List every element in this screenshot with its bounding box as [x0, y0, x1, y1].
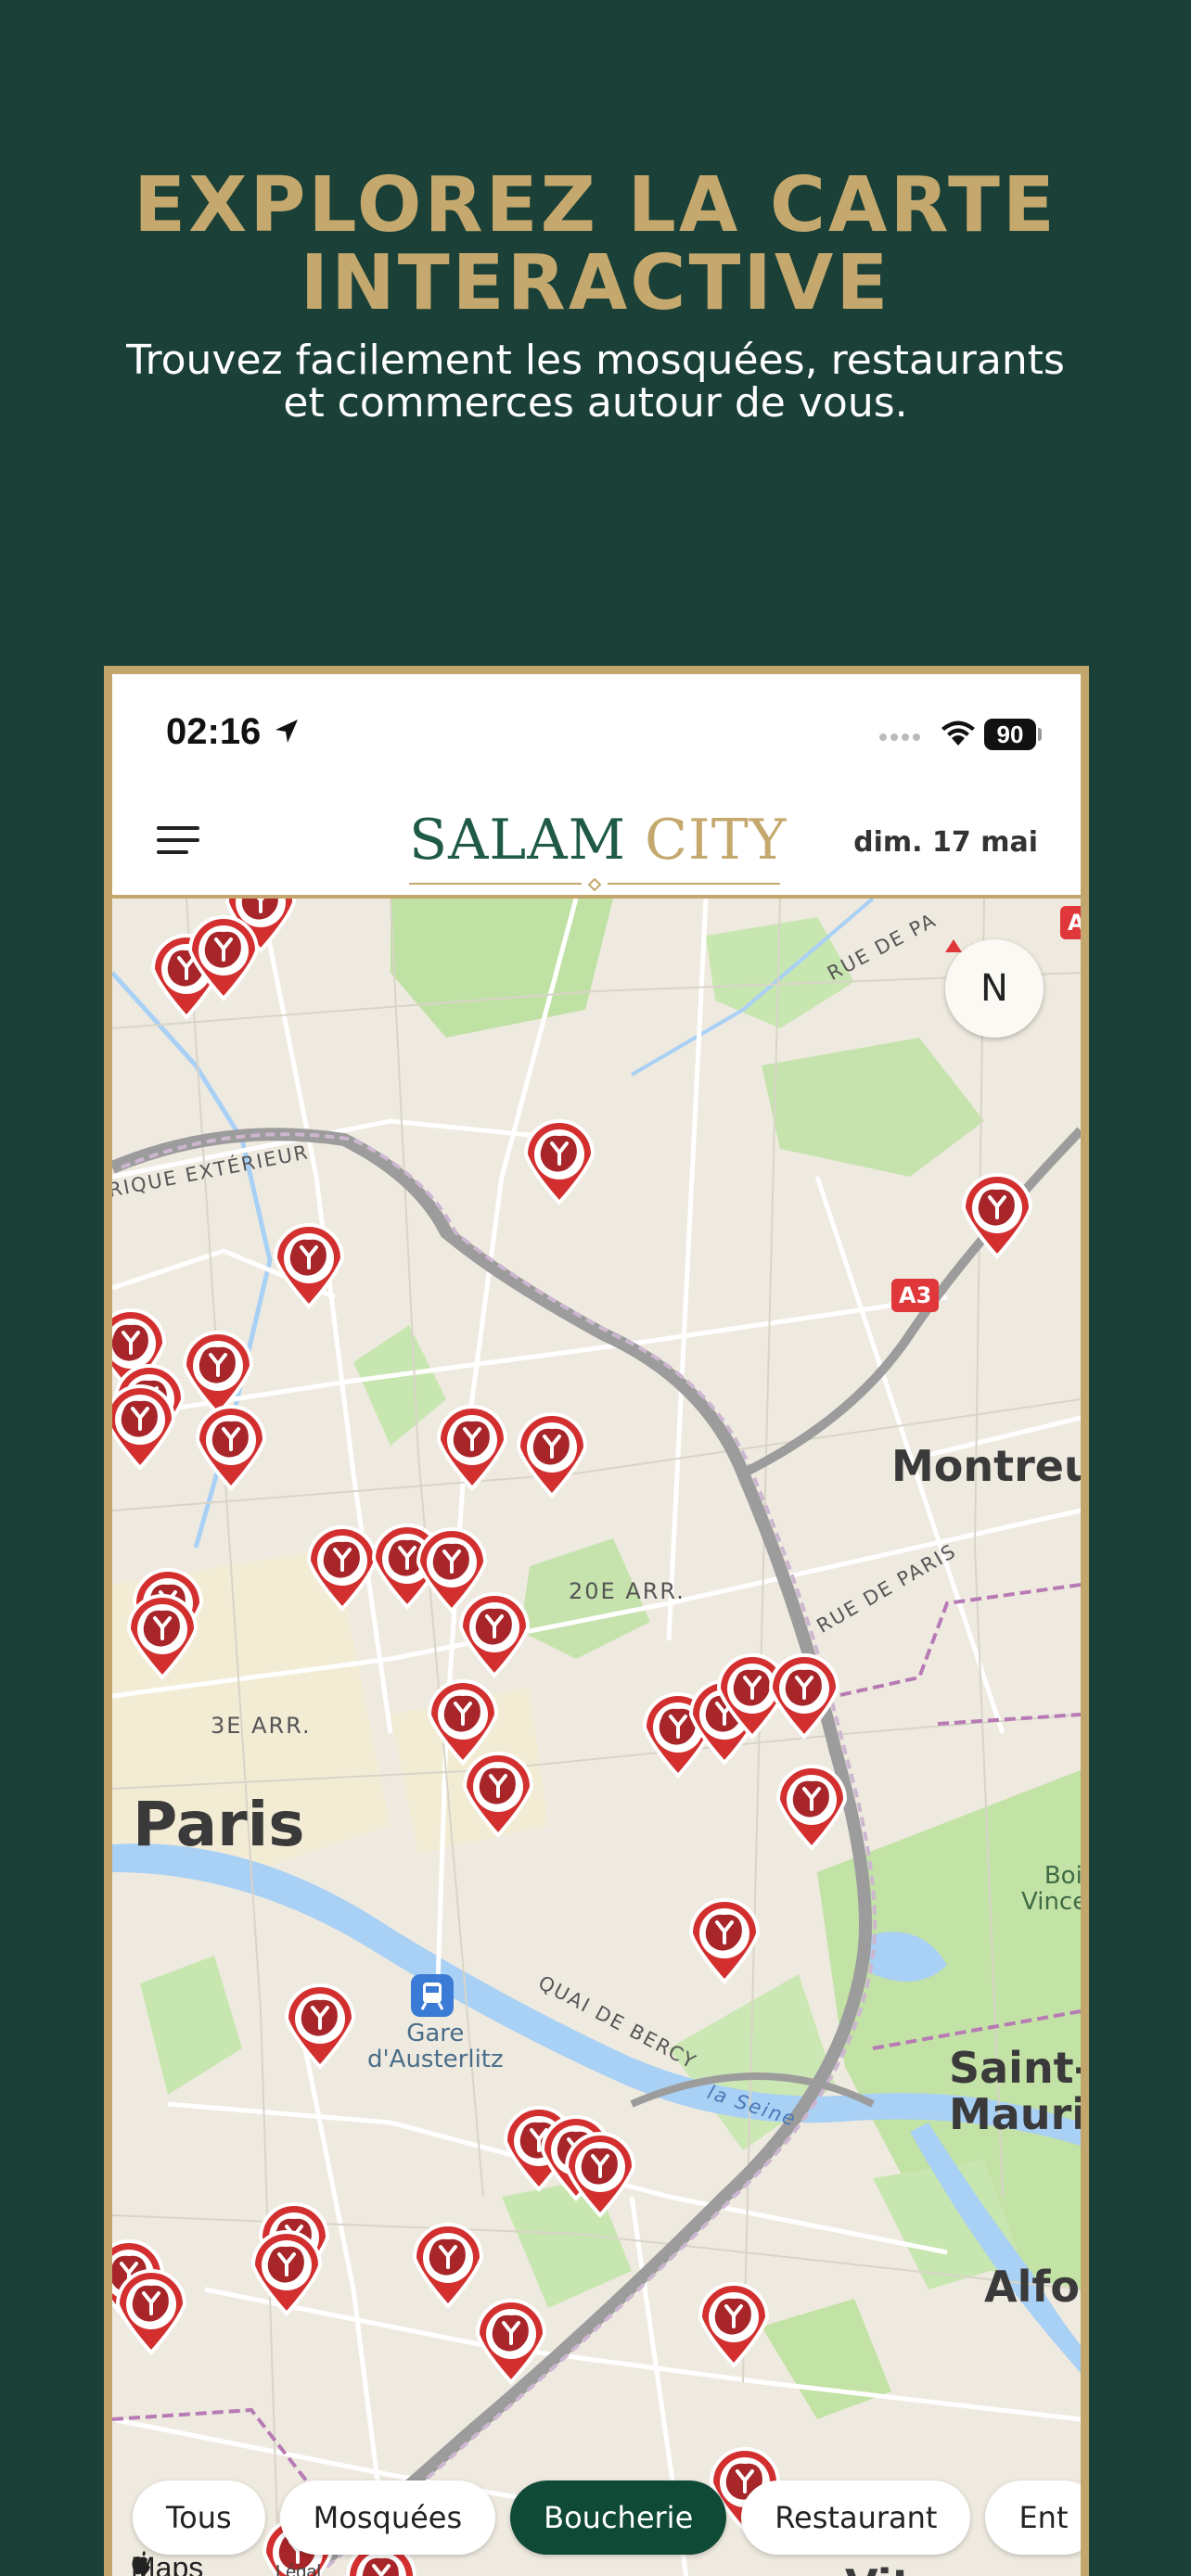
- logo-word-city: CITY: [645, 808, 788, 873]
- map-legal-link[interactable]: Légal: [275, 2562, 321, 2576]
- hamburger-menu-icon[interactable]: [157, 824, 201, 858]
- battery-tip: [1038, 728, 1042, 741]
- butcher-pin[interactable]: [427, 1679, 499, 1766]
- butcher-pin[interactable]: [775, 1765, 848, 1852]
- butcher-pin[interactable]: [273, 1223, 345, 1310]
- butcher-pin[interactable]: [112, 1384, 176, 1472]
- cellular-signal-icon: [879, 733, 920, 741]
- butcher-pin[interactable]: [250, 2230, 323, 2317]
- butcher-pin[interactable]: [768, 1653, 840, 1741]
- butcher-pin[interactable]: [475, 2299, 547, 2386]
- filter-chip-tous[interactable]: Tous: [133, 2480, 265, 2555]
- butcher-pin[interactable]: [698, 2282, 770, 2369]
- logo-word-salam: SALAM: [409, 808, 627, 873]
- device-frame: 02:16 90 SALAM CITY dim. 17 mai RUE DE P…: [104, 666, 1089, 2576]
- butcher-pin[interactable]: [961, 1173, 1033, 1260]
- butcher-pin[interactable]: [195, 1405, 267, 1492]
- location-arrow-icon: [275, 720, 298, 743]
- wifi-icon: [941, 721, 975, 746]
- filter-chip-mosquees[interactable]: Mosquées: [279, 2480, 496, 2555]
- butcher-pin[interactable]: [523, 1119, 596, 1206]
- app-header: SALAM CITY dim. 17 mai: [112, 787, 1081, 899]
- filter-chip-boucherie[interactable]: Boucherie: [510, 2480, 727, 2555]
- butcher-pin[interactable]: [284, 1983, 356, 2071]
- status-time: 02:16: [166, 711, 262, 752]
- filter-chip-ent[interactable]: Ent: [985, 2480, 1081, 2555]
- battery-indicator: 90: [984, 719, 1036, 750]
- butcher-pin[interactable]: [436, 1405, 508, 1492]
- subtitle-line-1: Trouvez facilement les mosquées, restaur…: [126, 337, 1065, 384]
- headline-line-1: EXPLOREZ LA CARTE: [134, 161, 1057, 249]
- butcher-pin[interactable]: [564, 2132, 636, 2219]
- logo-underline-ornament: [409, 878, 780, 891]
- status-bar: 02:16 90: [112, 674, 1081, 787]
- butcher-pins-layer: [112, 899, 1033, 2576]
- butcher-pin[interactable]: [126, 1594, 198, 1681]
- butcher-pin[interactable]: [115, 2269, 187, 2356]
- filter-chip-restaurant[interactable]: Restaurant: [741, 2480, 971, 2555]
- map-view[interactable]: RUE DE PA A RIQUE EXTÉRIEUR A3 Montreuil…: [112, 899, 1081, 2576]
- promo-subtitle: Trouvez facilement les mosquées, restaur…: [0, 339, 1191, 425]
- header-date: dim. 17 mai: [853, 826, 1038, 859]
- butcher-pin[interactable]: [458, 1592, 531, 1679]
- apple-logo-icon: [132, 2551, 150, 2575]
- promo-headline: EXPLOREZ LA CARTE INTERACTIVE: [0, 167, 1191, 323]
- subtitle-line-2: et commerces autour de vous.: [283, 379, 908, 427]
- butcher-pin[interactable]: [306, 1525, 378, 1613]
- butcher-pin[interactable]: [516, 1412, 588, 1499]
- app-logo: SALAM CITY: [409, 808, 786, 873]
- butcher-pin[interactable]: [688, 1898, 761, 1985]
- category-filter-bar: Tous Mosquées Boucherie Restaurant Ent: [133, 2480, 1081, 2558]
- apple-maps-attribution: Maps: [131, 2551, 203, 2576]
- butcher-pin[interactable]: [182, 1331, 254, 1418]
- butcher-pin[interactable]: [412, 2223, 484, 2310]
- butcher-pin[interactable]: [462, 1752, 534, 1839]
- headline-line-2: INTERACTIVE: [300, 239, 891, 327]
